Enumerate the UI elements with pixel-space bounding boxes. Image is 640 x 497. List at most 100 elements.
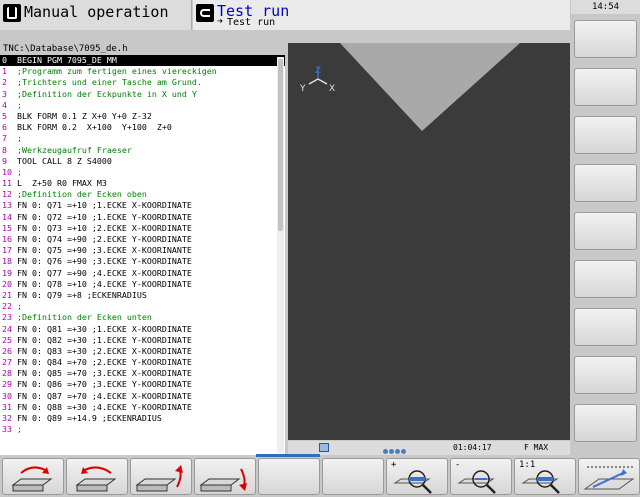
rotate-view-ccw-icon [75, 466, 117, 492]
program-line[interactable]: 16 FN 0: Q74 =+90 ;2.ECKE Y-KOORDINATE [0, 234, 285, 245]
line-number: 33 [2, 424, 12, 435]
machining-time: 01:04:17 [453, 443, 492, 452]
program-line[interactable]: 8 ;Werkzeugaufruf Fraeser [0, 145, 285, 156]
line-text: ;Definition der Ecken oben [12, 189, 147, 200]
program-line[interactable]: 13 FN 0: Q71 =+10 ;1.ECKE X-KOORDINATE [0, 200, 285, 211]
softkey-zoom-in[interactable]: + [386, 458, 448, 495]
line-text: FN 0: Q87 =+70 ;4.ECKE X-KOORDINATE [12, 390, 192, 401]
softkey-zoom-reset[interactable]: 1:1 [514, 458, 576, 495]
program-line[interactable]: 33 ; [0, 424, 285, 435]
program-line[interactable]: 15 FN 0: Q73 =+10 ;2.ECKE X-KOORDINATE [0, 223, 285, 234]
program-scrollbar[interactable] [277, 57, 284, 453]
program-line[interactable]: 1 ;Programm zum fertigen eines viereckig… [0, 66, 285, 77]
softkey-tilt-view[interactable] [130, 458, 192, 495]
vertical-softkey-1[interactable] [574, 20, 637, 58]
program-line[interactable]: 18 FN 0: Q76 =+90 ;3.ECKE Y-KOORDINATE [0, 256, 285, 267]
program-line[interactable]: 29 FN 0: Q86 =+70 ;3.ECKE Y-KOORDINATE [0, 379, 285, 390]
program-line[interactable]: 9 TOOL CALL 8 Z S4000 [0, 156, 285, 167]
line-text: ;Trichters und einer Tasche am Grund. [7, 77, 202, 88]
vertical-softkey-8[interactable] [574, 356, 637, 394]
line-text: ; [12, 166, 22, 177]
line-text: L Z+50 R0 FMAX M3 [12, 178, 107, 189]
axis-label-z: Z [315, 66, 321, 76]
line-number: 32 [2, 413, 12, 423]
program-line[interactable]: 21 FN 0: Q79 =+8 ;ECKENRADIUS [0, 290, 285, 301]
vertical-softkey-7[interactable] [574, 308, 637, 346]
axis-label-y: Y [299, 84, 306, 94]
vertical-softkey-2[interactable] [574, 68, 637, 106]
line-text: ;Werkzeugaufruf Fraeser [7, 144, 132, 155]
program-line[interactable]: 32 FN 0: Q89 =+14.9 ;ECKENRADIUS [0, 413, 285, 424]
vertical-softkey-5[interactable] [574, 212, 637, 250]
line-number: 12 [2, 189, 12, 200]
zoom-out-icon [457, 470, 496, 494]
program-line[interactable]: 14 FN 0: Q72 =+10 ;1.ECKE Y-KOORDINATE [0, 212, 285, 223]
simulation-graphics[interactable]: Z Y X [288, 43, 570, 440]
program-line[interactable]: 0 BEGIN PGM 7095_DE MM [0, 55, 285, 67]
line-text: FN 0: Q86 =+70 ;3.ECKE Y-KOORDINATE [12, 379, 192, 390]
line-number: 16 [2, 234, 12, 244]
program-line[interactable]: 4 ; [0, 100, 285, 111]
feed-rate: F MAX [524, 443, 549, 452]
program-line[interactable]: 20 FN 0: Q78 =+10 ;4.ECKE Y-KOORDINATE [0, 279, 285, 290]
vertical-softkey-9[interactable] [574, 404, 637, 442]
progress-dots-icon [383, 445, 407, 459]
mode-tab-manual-operation[interactable]: Manual operation [0, 0, 192, 30]
line-number: 17 [2, 245, 12, 256]
program-line[interactable]: 24 FN 0: Q81 =+30 ;1.ECKE X-KOORDINATE [0, 324, 285, 335]
line-text: FN 0: Q74 =+90 ;2.ECKE Y-KOORDINATE [12, 234, 192, 244]
vertical-softkey-3[interactable] [574, 116, 637, 154]
program-line[interactable]: 3 ;Definition der Eckpunkte in X und Y [0, 89, 285, 100]
program-line[interactable]: 19 FN 0: Q77 =+90 ;4.ECKE X-KOORDINATE [0, 268, 285, 279]
submode-label: Test run [227, 17, 276, 28]
scrollbar-thumb[interactable] [278, 59, 283, 231]
softkey-empty-1[interactable] [258, 458, 320, 495]
program-listing[interactable]: 0 BEGIN PGM 7095_DE MM 1 ;Programm zum fe… [0, 55, 285, 455]
program-line[interactable]: 27 FN 0: Q84 =+70 ;2.ECKE Y-KOORDINATE [0, 357, 285, 368]
line-text: ; [7, 133, 22, 144]
program-line[interactable]: 6 BLK FORM 0.2 X+100 Y+100 Z+0 [0, 122, 285, 133]
softkey-tilt-view-back[interactable] [194, 458, 256, 495]
program-line[interactable]: 7 ; [0, 133, 285, 144]
mode-tab-test-run[interactable]: Test run ➔ Test run [193, 0, 570, 30]
line-number: 28 [2, 368, 12, 379]
program-line[interactable]: 10 ; [0, 167, 285, 178]
program-path: TNC:\Database\7095_de.h [3, 44, 128, 54]
program-line[interactable]: 5 BLK FORM 0.1 Z X+0 Y+0 Z-32 [0, 111, 285, 122]
tilt-view-back-icon [199, 468, 247, 492]
program-line[interactable]: 17 FN 0: Q75 =+90 ;3.ECKE X-KOORINANTE [0, 245, 285, 256]
line-number: 29 [2, 379, 12, 390]
line-text: FN 0: Q81 =+30 ;1.ECKE X-KOORDINATE [12, 323, 192, 334]
softkey-view-angle[interactable] [578, 458, 640, 495]
line-number: 26 [2, 345, 12, 356]
softkey-zoom-out[interactable]: - [450, 458, 512, 495]
line-number: 10 [2, 166, 12, 177]
program-line[interactable]: 12 ;Definition der Ecken oben [0, 189, 285, 200]
program-line[interactable]: 23 ;Definition der Ecken unten [0, 312, 285, 323]
line-number: 25 [2, 334, 12, 345]
vertical-softkey-6[interactable] [574, 260, 637, 298]
program-line[interactable]: 28 FN 0: Q85 =+70 ;3.ECKE X-KOORDINATE [0, 368, 285, 379]
program-line[interactable]: 22 ; [0, 301, 285, 312]
line-number: 20 [2, 278, 12, 289]
program-line[interactable]: 2 ;Trichters und einer Tasche am Grund. [0, 77, 285, 88]
rotate-view-icon [11, 466, 53, 492]
line-text: FN 0: Q71 =+10 ;1.ECKE X-KOORDINATE [12, 200, 192, 211]
line-text: ;Definition der Eckpunkte in X und Y [7, 88, 197, 99]
line-number: 21 [2, 289, 12, 300]
program-line[interactable]: 31 FN 0: Q88 =+30 ;4.ECKE Y-KOORDINATE [0, 402, 285, 413]
softkey-reset-blk[interactable] [2, 458, 64, 495]
program-line[interactable]: 30 FN 0: Q87 =+70 ;4.ECKE X-KOORDINATE [0, 391, 285, 402]
line-text: FN 0: Q84 =+70 ;2.ECKE Y-KOORDINATE [12, 357, 192, 368]
line-text: FN 0: Q73 =+10 ;2.ECKE X-KOORDINATE [12, 222, 192, 233]
softkey-rotate-view[interactable] [66, 458, 128, 495]
vertical-softkey-4[interactable] [574, 164, 637, 202]
program-line[interactable]: 11 L Z+50 R0 FMAX M3 [0, 178, 285, 189]
program-line[interactable]: 26 FN 0: Q83 =+30 ;2.ECKE X-KOORDINATE [0, 346, 285, 357]
softkey-empty-2[interactable] [322, 458, 384, 495]
line-text: ;Programm zum fertigen eines viereckigen [7, 66, 217, 77]
line-number: 14 [2, 211, 12, 222]
workpiece-status-icon [319, 443, 329, 452]
program-line[interactable]: 25 FN 0: Q82 =+30 ;1.ECKE Y-KOORDINATE [0, 335, 285, 346]
submode-arrow-icon: ➔ [217, 16, 224, 27]
